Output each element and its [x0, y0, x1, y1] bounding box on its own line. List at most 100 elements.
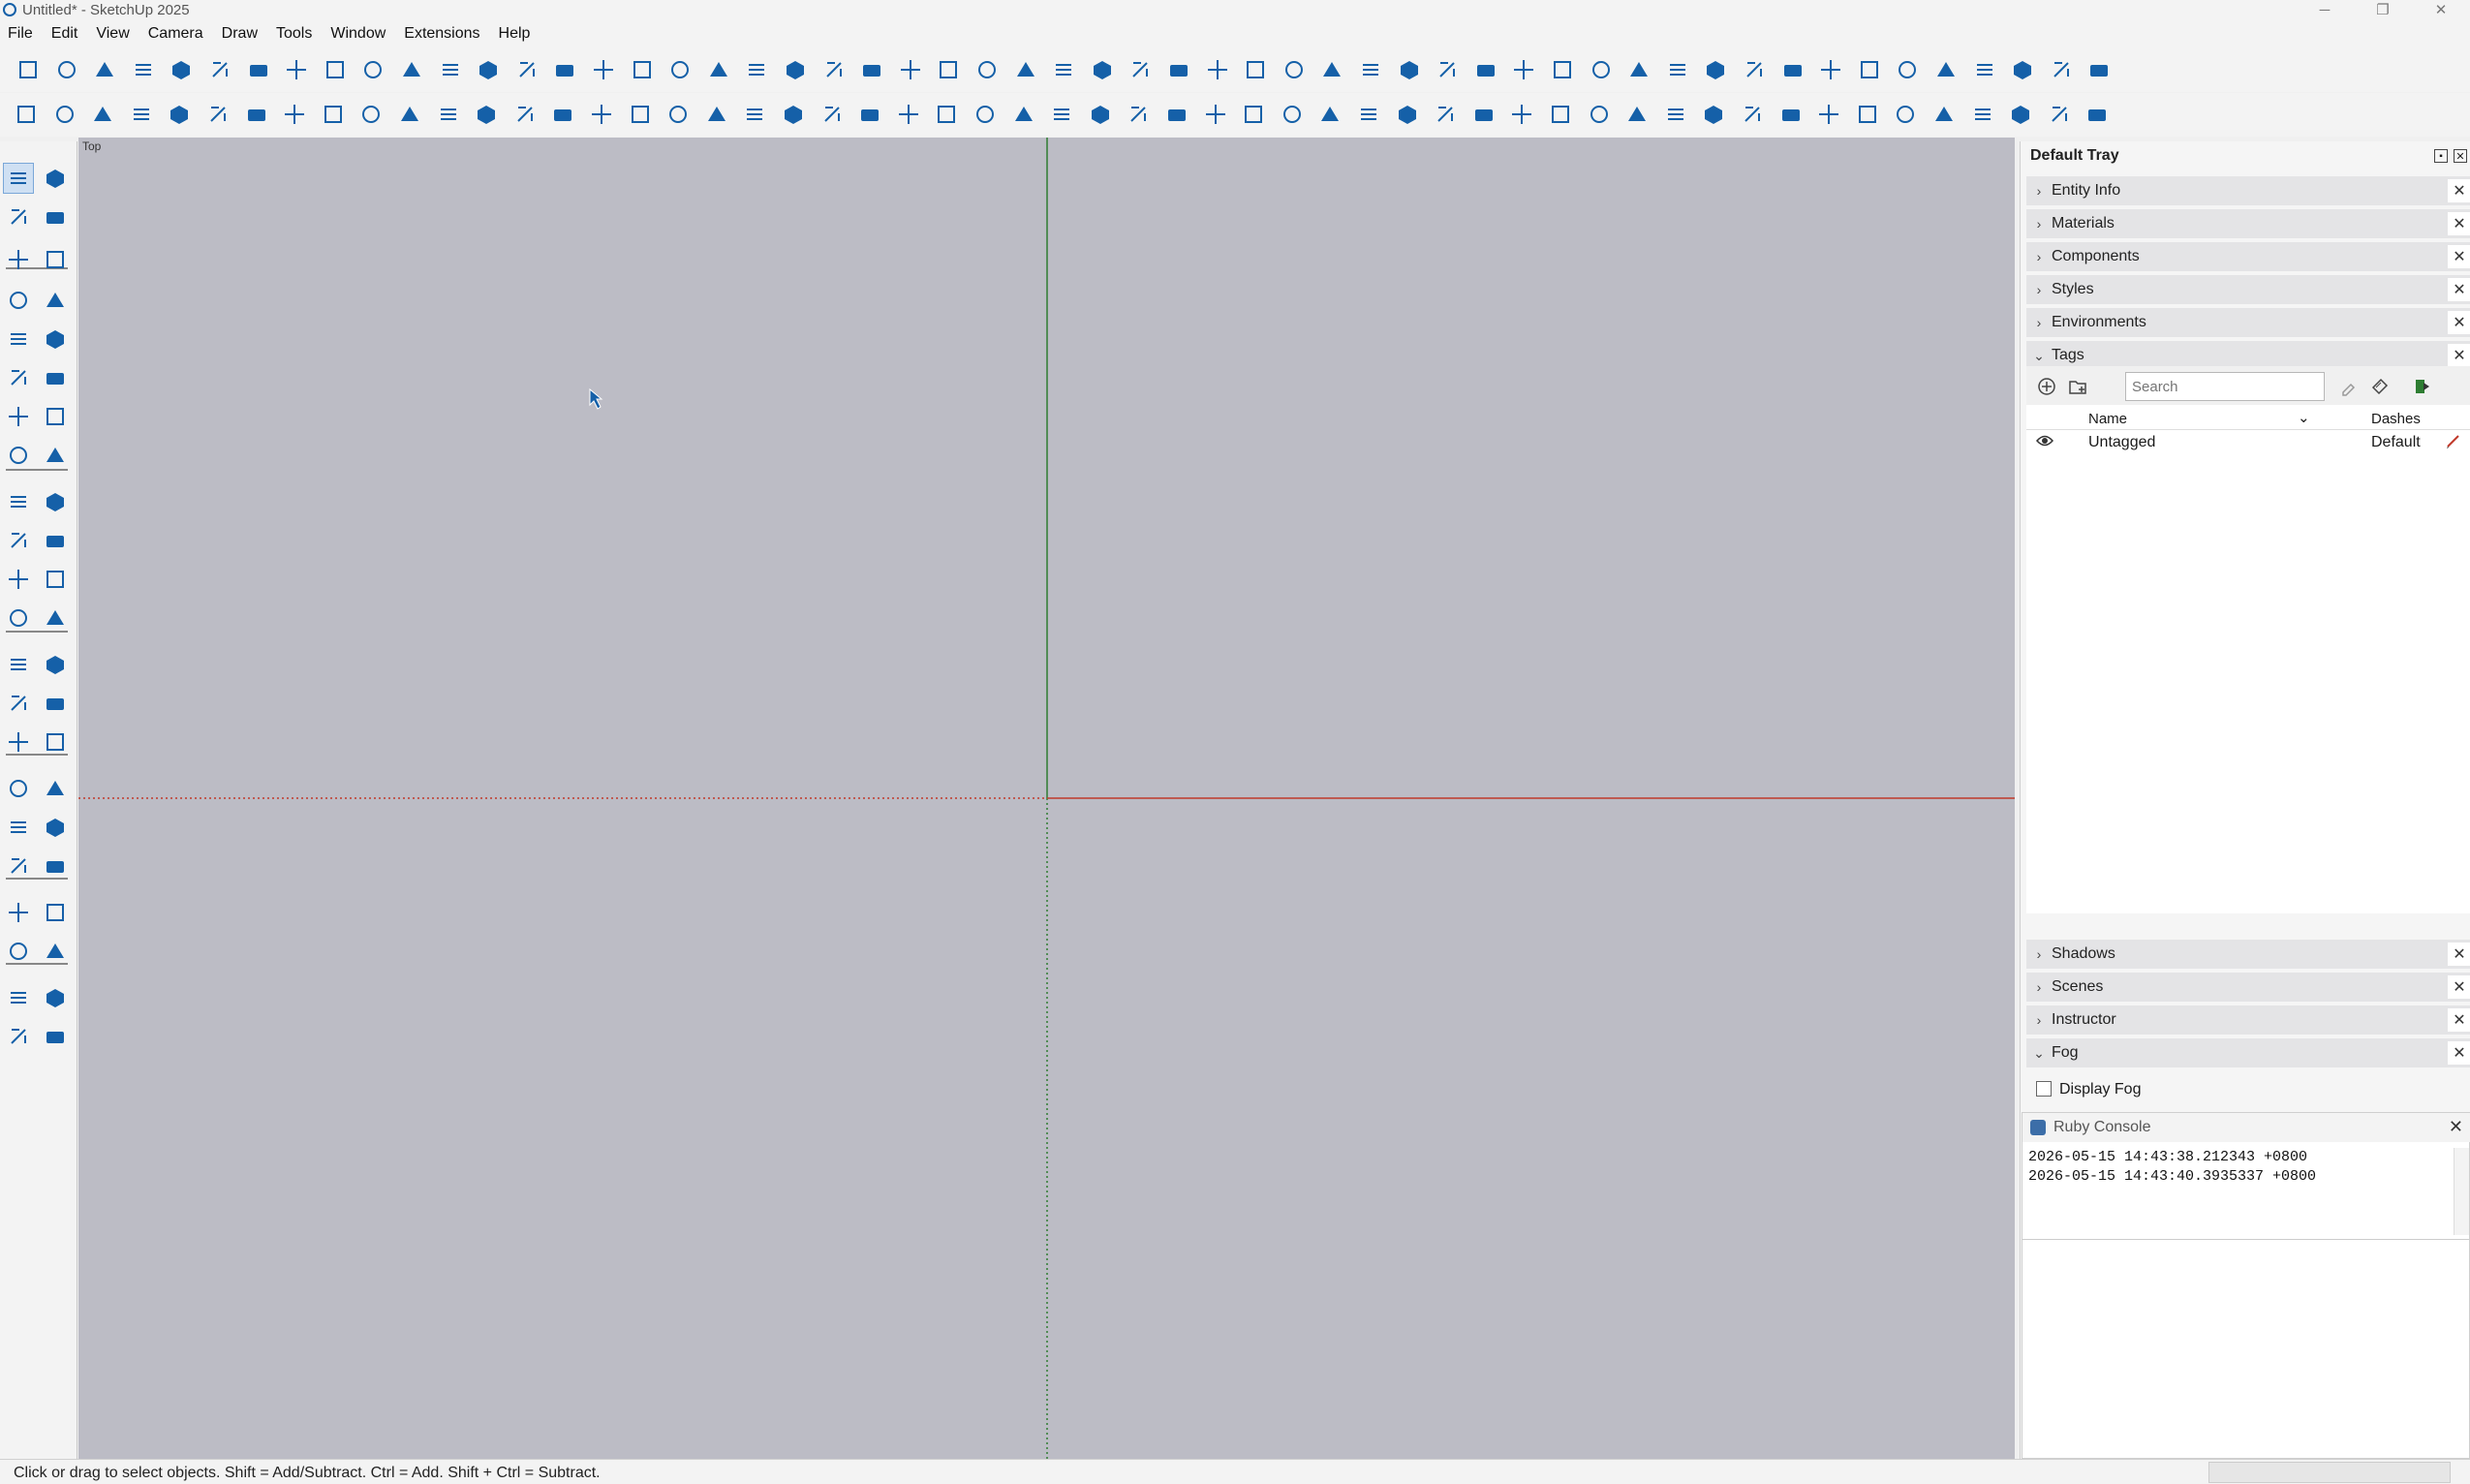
refresh-icon[interactable]: [1776, 100, 1806, 129]
sliders-icon[interactable]: [1315, 100, 1344, 129]
plane-2-icon[interactable]: [356, 100, 386, 129]
label-icon[interactable]: [626, 100, 655, 129]
users-icon[interactable]: [1622, 100, 1652, 129]
add-icon[interactable]: [1009, 100, 1038, 129]
align-icon[interactable]: [1164, 55, 1193, 84]
scale-icon[interactable]: [3, 564, 34, 595]
tag-search-input[interactable]: [2125, 372, 2325, 401]
zoom-icon[interactable]: [973, 55, 1002, 84]
close-icon[interactable]: ✕: [2448, 245, 2470, 268]
chevron-right-icon[interactable]: ›: [2026, 315, 2052, 330]
panel-environments[interactable]: › Environments ✕: [2026, 308, 2470, 337]
plugin-b-icon[interactable]: [40, 982, 71, 1013]
tag-row[interactable]: Untagged Default: [2026, 430, 2470, 455]
arc-2-icon[interactable]: [40, 401, 71, 432]
tag-details-icon[interactable]: [2410, 374, 2435, 399]
panel-scenes[interactable]: › Scenes ✕: [2026, 973, 2470, 1002]
chevron-right-icon[interactable]: ›: [2026, 1012, 2052, 1028]
cad-icon[interactable]: [1047, 100, 1076, 129]
chevron-down-icon[interactable]: ⌄: [2026, 1045, 2052, 1062]
eraser-icon[interactable]: [40, 201, 71, 232]
position-camera-icon[interactable]: [3, 897, 34, 928]
shaded-textures-icon[interactable]: [896, 55, 925, 84]
obj-icon[interactable]: [2083, 100, 2112, 129]
close-icon[interactable]: ✕: [2449, 1117, 2463, 1137]
close-icon[interactable]: ✕: [2448, 943, 2470, 966]
slope-icon[interactable]: [1201, 100, 1230, 129]
previous-view-icon[interactable]: [40, 850, 71, 881]
panel-styles[interactable]: › Styles ✕: [2026, 275, 2470, 304]
measurements-box[interactable]: [2208, 1462, 2451, 1483]
rectangle-icon[interactable]: [3, 324, 34, 355]
split-icon[interactable]: [2006, 100, 2035, 129]
right-view-icon[interactable]: [550, 55, 579, 84]
kwh-icon[interactable]: [1469, 100, 1498, 129]
ruby-input-area[interactable]: [2022, 1239, 2469, 1458]
mirror-icon[interactable]: [40, 603, 71, 634]
maximize-button[interactable]: ❐: [2354, 0, 2412, 19]
tape-measure-icon[interactable]: [3, 649, 34, 680]
bottom-view-icon[interactable]: [665, 55, 695, 84]
axes-tool-icon[interactable]: [3, 727, 34, 757]
flip-icon[interactable]: [1126, 55, 1155, 84]
gear-icon[interactable]: [1585, 100, 1614, 129]
front-view-icon[interactable]: [512, 55, 541, 84]
pipe-icon[interactable]: [548, 100, 577, 129]
tree-node-icon[interactable]: [1124, 100, 1153, 129]
auto-icon[interactable]: [1509, 55, 1538, 84]
close-icon[interactable]: ✕: [2448, 975, 2470, 999]
print-icon[interactable]: [358, 55, 387, 84]
wand-2-icon[interactable]: [510, 100, 540, 129]
scale-up-icon[interactable]: [2008, 55, 2037, 84]
wand-icon[interactable]: [472, 100, 501, 129]
rail-icon[interactable]: [894, 100, 923, 129]
loop-icon[interactable]: [779, 100, 808, 129]
offset-icon[interactable]: [40, 564, 71, 595]
panel-shadows[interactable]: › Shadows ✕: [2026, 940, 2470, 969]
add-tag-icon[interactable]: [2034, 374, 2059, 399]
paste-icon[interactable]: [205, 55, 234, 84]
chevron-down-icon[interactable]: ⌄: [2298, 409, 2310, 426]
rotate-icon[interactable]: [3, 525, 34, 556]
database-icon[interactable]: [1814, 100, 1843, 129]
measure-icon[interactable]: [1086, 100, 1115, 129]
new-file-icon[interactable]: [14, 55, 43, 84]
minimize-button[interactable]: ─: [2296, 0, 2354, 19]
grid-icon[interactable]: [1356, 55, 1385, 84]
cloud-upload-icon[interactable]: [1738, 100, 1767, 129]
pin-icon[interactable]: ▪: [2434, 149, 2448, 163]
polygon-icon[interactable]: [40, 362, 71, 393]
extension-2-icon[interactable]: [1587, 55, 1616, 84]
panel-instructor[interactable]: › Instructor ✕: [2026, 1005, 2470, 1035]
pan-icon[interactable]: [40, 773, 71, 804]
layer-icon[interactable]: [242, 100, 271, 129]
pencil-line-icon[interactable]: [1088, 55, 1117, 84]
table-icon[interactable]: [1278, 100, 1307, 129]
map-icon[interactable]: [1162, 100, 1191, 129]
move-icon[interactable]: [1239, 100, 1268, 129]
section-plane-icon[interactable]: [3, 773, 34, 804]
menu-icon[interactable]: [12, 100, 41, 129]
menu-file[interactable]: File: [8, 25, 33, 43]
resize-icon[interactable]: [971, 100, 1000, 129]
spiral-icon[interactable]: [702, 100, 731, 129]
open-file-icon[interactable]: [52, 55, 81, 84]
eraser-2-icon[interactable]: [40, 244, 71, 275]
left-view-icon[interactable]: [628, 55, 657, 84]
chevron-right-icon[interactable]: ›: [2026, 183, 2052, 199]
freehand-icon[interactable]: [40, 285, 71, 316]
en-icon[interactable]: [1661, 100, 1690, 129]
top-view-icon[interactable]: [474, 55, 503, 84]
play-icon[interactable]: [1930, 100, 1959, 129]
display-fog-checkbox[interactable]: [2036, 1081, 2052, 1097]
column-name[interactable]: Name: [2088, 411, 2127, 427]
globe-icon[interactable]: [88, 100, 117, 129]
tree-icon[interactable]: [1740, 55, 1769, 84]
angle-icon[interactable]: [1011, 55, 1040, 84]
pencil-icon[interactable]: [2445, 432, 2462, 454]
yen-icon[interactable]: [1431, 100, 1460, 129]
axis-icon[interactable]: [1816, 55, 1845, 84]
model-info-icon[interactable]: [397, 55, 426, 84]
protractor-icon[interactable]: [3, 688, 34, 719]
link-icon[interactable]: [855, 100, 884, 129]
